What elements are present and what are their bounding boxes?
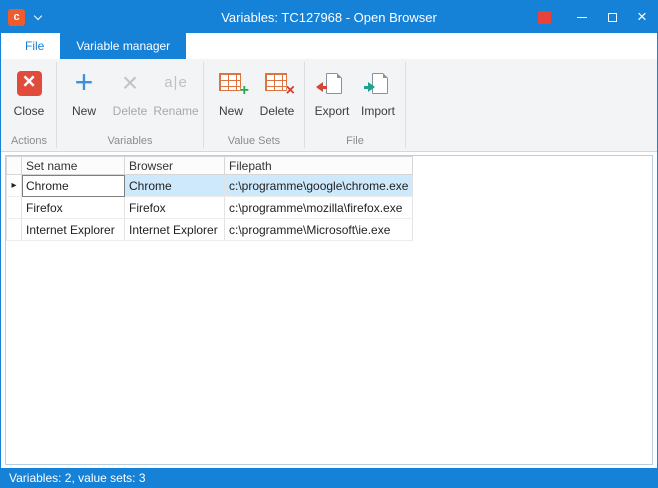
red-square-icon [538, 11, 551, 24]
group-separator [304, 62, 305, 148]
new-value-set-button[interactable]: New [208, 64, 254, 135]
app-icon[interactable]: c [8, 9, 25, 26]
group-label-file: File [306, 135, 404, 151]
group-separator [405, 62, 406, 148]
button-label: New [219, 104, 243, 118]
current-row-arrow-icon: ▸ [7, 175, 22, 197]
table-row[interactable]: Firefox Firefox c:\programme\mozilla\fir… [7, 197, 413, 219]
plus-icon [75, 69, 94, 98]
rename-variable-button[interactable]: Rename [153, 64, 199, 135]
cell-browser[interactable]: Internet Explorer [125, 219, 225, 241]
ribbon-group-actions: Close Actions [3, 59, 55, 151]
table-row[interactable]: Internet Explorer Internet Explorer c:\p… [7, 219, 413, 241]
minimize-button[interactable] [567, 1, 597, 33]
cell-browser[interactable]: Firefox [125, 197, 225, 219]
close-action-button[interactable]: Close [6, 64, 52, 135]
delete-value-set-button[interactable]: Delete [254, 64, 300, 135]
cell-filepath[interactable]: c:\programme\mozilla\firefox.exe [225, 197, 413, 219]
close-red-icon [17, 71, 42, 96]
group-label-value-sets: Value Sets [205, 135, 303, 151]
new-variable-button[interactable]: New [61, 64, 107, 135]
grid-body: ▸ Chrome Chrome c:\programme\google\chro… [7, 175, 413, 241]
import-button[interactable]: Import [355, 64, 401, 135]
ribbon: Close Actions New Delete Rename [1, 59, 657, 152]
status-bar: Variables: 2, value sets: 3 [1, 468, 657, 487]
table-add-icon [219, 73, 243, 93]
cell-browser[interactable]: Chrome [125, 175, 225, 197]
ribbon-group-value-sets: New Delete Value Sets [205, 59, 303, 151]
cell-set-name[interactable]: Chrome [22, 175, 125, 197]
tab-variable-manager[interactable]: Variable manager [60, 33, 186, 59]
row-indicator-header [7, 157, 22, 175]
maximize-button[interactable] [597, 1, 627, 33]
ribbon-tab-bar: File Variable manager [1, 33, 657, 59]
column-header-set-name[interactable]: Set name [22, 157, 125, 175]
import-icon [372, 73, 388, 94]
button-label: Delete [260, 104, 295, 118]
app-window: c Variables: TC127968 - Open Browser Fil… [0, 0, 658, 488]
delete-x-icon [122, 70, 138, 97]
button-label: Import [361, 104, 395, 118]
rename-icon [164, 74, 188, 92]
button-label: Export [315, 104, 350, 118]
variables-grid-panel: Set name Browser Filepath ▸ Chrome Chrom… [5, 155, 653, 465]
button-label: Rename [153, 104, 198, 118]
table-delete-icon [265, 73, 289, 93]
status-text: Variables: 2, value sets: 3 [9, 471, 146, 485]
export-icon [326, 73, 342, 94]
cell-set-name[interactable]: Internet Explorer [22, 219, 125, 241]
tab-file[interactable]: File [9, 33, 60, 59]
column-header-browser[interactable]: Browser [125, 157, 225, 175]
ribbon-group-variables: New Delete Rename Variables [58, 59, 202, 151]
current-row-arrow-icon [7, 197, 22, 219]
table-row[interactable]: ▸ Chrome Chrome c:\programme\google\chro… [7, 175, 413, 197]
current-row-arrow-icon [7, 219, 22, 241]
delete-variable-button[interactable]: Delete [107, 64, 153, 135]
variables-table: Set name Browser Filepath ▸ Chrome Chrom… [6, 156, 413, 241]
cell-filepath[interactable]: c:\programme\Microsoft\ie.exe [225, 219, 413, 241]
group-label-variables: Variables [58, 135, 202, 151]
cell-set-name[interactable]: Firefox [22, 197, 125, 219]
button-label: Close [14, 104, 45, 118]
button-label: New [72, 104, 96, 118]
group-separator [203, 62, 204, 148]
titlebar: c Variables: TC127968 - Open Browser [1, 1, 657, 33]
group-label-actions: Actions [3, 135, 55, 151]
button-label: Delete [113, 104, 148, 118]
close-icon [637, 8, 647, 27]
app-icon-letter: c [13, 11, 19, 23]
close-window-button[interactable] [627, 1, 657, 33]
maximize-icon [608, 13, 617, 22]
column-header-filepath[interactable]: Filepath [225, 157, 413, 175]
header-row: Set name Browser Filepath [7, 157, 413, 175]
cell-filepath[interactable]: c:\programme\google\chrome.exe [225, 175, 413, 197]
export-button[interactable]: Export [309, 64, 355, 135]
minimize-icon [577, 17, 587, 18]
chevron-down-icon[interactable] [34, 11, 42, 19]
group-separator [56, 62, 57, 148]
ribbon-group-file: Export Import File [306, 59, 404, 151]
